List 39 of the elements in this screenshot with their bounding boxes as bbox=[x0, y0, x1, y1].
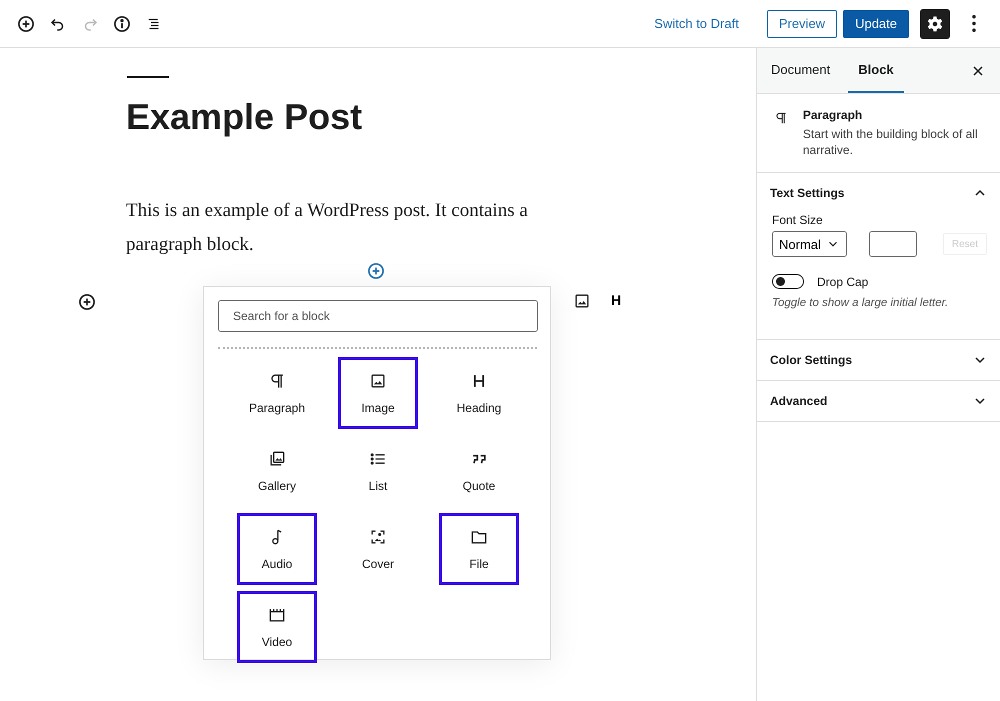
block-item[interactable]: Video bbox=[237, 591, 317, 663]
block-title: Paragraph bbox=[802, 108, 864, 122]
plus-circle-icon bbox=[77, 292, 97, 312]
plus-circle-icon bbox=[16, 14, 36, 34]
block-item[interactable]: Audio bbox=[237, 513, 317, 585]
preview-button[interactable]: Preview bbox=[766, 10, 838, 38]
block-item[interactable]: Heading bbox=[439, 357, 519, 429]
update-button[interactable]: Update bbox=[843, 10, 909, 38]
panel-header[interactable]: Color Settings bbox=[757, 340, 1000, 380]
help-text: Toggle to show a large initial letter. bbox=[772, 297, 950, 309]
block-item[interactable]: Paragraph bbox=[237, 357, 317, 429]
block-item[interactable]: Cover bbox=[338, 513, 418, 585]
drop-cap-toggle[interactable] bbox=[772, 274, 804, 289]
font-size-select[interactable]: Normal bbox=[772, 231, 847, 257]
switch-to-draft-link[interactable]: Switch to Draft bbox=[648, 15, 745, 32]
post-paragraph[interactable]: This is an example of a WordPress post. It contains a paragraph block. bbox=[126, 194, 566, 262]
block-item[interactable]: File bbox=[439, 513, 519, 585]
plus-circle-icon bbox=[366, 261, 386, 281]
panel-header[interactable]: Text Settings bbox=[757, 173, 1000, 213]
search-field[interactable]: Search for a block bbox=[218, 300, 538, 332]
sidebar-tab[interactable]: Block bbox=[848, 48, 904, 93]
heading-block-button[interactable]: H bbox=[611, 292, 622, 308]
block-description: Start with the building block of all narrative. bbox=[802, 126, 979, 158]
panel-header[interactable]: Advanced bbox=[757, 381, 1000, 421]
block-item[interactable]: Quote bbox=[439, 435, 519, 507]
more-vertical-icon bbox=[972, 15, 976, 32]
info-icon bbox=[112, 14, 132, 34]
inserter-button[interactable] bbox=[366, 261, 386, 281]
font-size-input[interactable] bbox=[868, 231, 917, 257]
block-item[interactable]: Gallery bbox=[237, 435, 317, 507]
settings-button[interactable] bbox=[920, 8, 950, 38]
block-item[interactable]: List bbox=[338, 435, 418, 507]
post-title[interactable]: Example Post bbox=[126, 96, 362, 138]
gear-icon bbox=[926, 14, 944, 32]
drop-cap-label: Drop Cap bbox=[817, 274, 868, 288]
block-item[interactable]: Image bbox=[338, 357, 418, 429]
sidebar-tab[interactable]: Document bbox=[761, 48, 840, 93]
add-block-button[interactable] bbox=[77, 292, 97, 312]
font-size-label: Font Size bbox=[772, 213, 824, 227]
